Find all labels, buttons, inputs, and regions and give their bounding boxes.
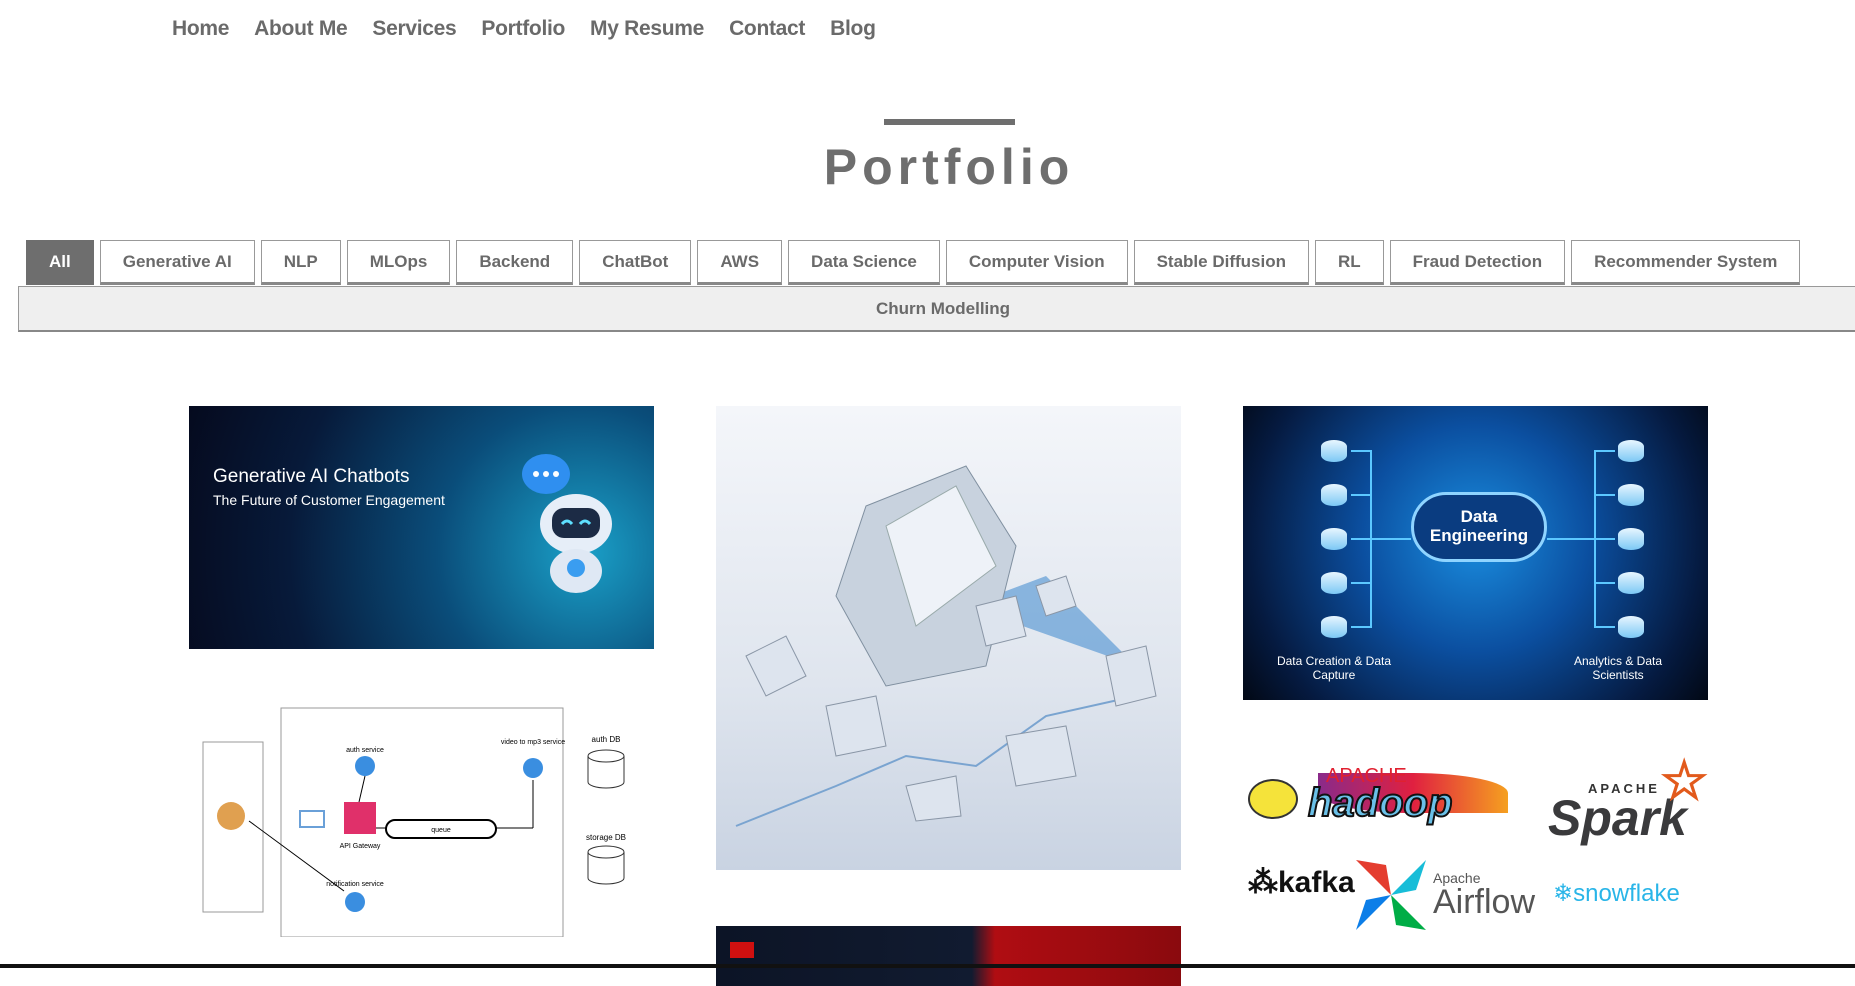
kafka-logo: ⁂kafka <box>1248 866 1355 899</box>
airflow-icon <box>1356 860 1426 930</box>
filter-churn-modelling[interactable]: Churn Modelling <box>18 286 1855 332</box>
title-divider <box>884 119 1015 125</box>
filter-all[interactable]: All <box>26 240 94 285</box>
label-video: video to mp3 service <box>501 739 565 746</box>
nav-blog[interactable]: Blog <box>830 17 876 41</box>
robot-icon <box>522 454 612 593</box>
portfolio-item-big-data-tools[interactable]: APACHE hadoop APACHE Spark ☆ ⁂kafka Apac… <box>1243 745 1708 968</box>
filter-bar: All Generative AI NLP MLOps Backend Chat… <box>26 240 1801 285</box>
main-nav: Home About Me Services Portfolio My Resu… <box>172 17 876 41</box>
fca-badge-icon <box>730 942 754 958</box>
card-title: Generative AI Chatbots <box>213 466 410 487</box>
filter-computer-vision[interactable]: Computer Vision <box>945 240 1128 285</box>
filter-nlp[interactable]: NLP <box>260 240 341 285</box>
card-subtitle: The Future of Customer Engagement <box>213 492 445 508</box>
filter-mlops[interactable]: MLOps <box>346 240 451 285</box>
card-title: Data Engineering <box>1411 492 1547 562</box>
label-notification: notification service <box>326 881 384 888</box>
architecture-diagram: auth service video to mp3 service auth D… <box>202 707 626 937</box>
hadoop-logo: APACHE hadoop <box>1248 765 1508 826</box>
nav-about-me[interactable]: About Me <box>254 17 348 41</box>
nav-services[interactable]: Services <box>372 17 456 41</box>
label-storagedb: storage DB <box>586 833 626 842</box>
portfolio-item-diamonds[interactable] <box>716 406 1181 870</box>
portfolio-item-fraud[interactable] <box>716 926 1181 986</box>
right-label: Analytics & Data Scientists <box>1573 654 1663 682</box>
spark-logo: APACHE Spark ☆ <box>1548 751 1708 846</box>
label-auth: auth service <box>346 747 384 754</box>
label-gateway: API Gateway <box>340 843 381 850</box>
diamonds-image <box>735 465 1157 827</box>
filter-fraud-detection[interactable]: Fraud Detection <box>1389 240 1566 285</box>
portfolio-item-genai-chatbots[interactable]: Generative AI Chatbots The Future of Cus… <box>189 406 654 649</box>
portfolio-item-data-engineering[interactable]: Data Engineering Data Creation & Data Ca… <box>1243 406 1708 700</box>
filter-generative-ai[interactable]: Generative AI <box>99 240 255 285</box>
snowflake-logo: ❄snowflake <box>1553 880 1680 907</box>
page-title: Portfolio <box>823 139 1075 195</box>
label-queue: queue <box>431 827 451 834</box>
nav-contact[interactable]: Contact <box>729 17 805 41</box>
filter-recommender-system[interactable]: Recommender System <box>1571 240 1801 285</box>
nav-my-resume[interactable]: My Resume <box>590 17 704 41</box>
filter-aws[interactable]: AWS <box>697 240 783 285</box>
filter-rl[interactable]: RL <box>1315 240 1384 285</box>
page-bottom-edge <box>0 964 1855 968</box>
label-authdb: auth DB <box>592 735 621 744</box>
filter-chatbot[interactable]: ChatBot <box>579 240 692 285</box>
left-label: Data Creation & Data Capture <box>1276 654 1392 682</box>
filter-stable-diffusion[interactable]: Stable Diffusion <box>1133 240 1309 285</box>
nav-home[interactable]: Home <box>172 17 229 41</box>
nav-portfolio[interactable]: Portfolio <box>481 17 565 41</box>
airflow-logo: Apache Airflow <box>1433 870 1536 921</box>
portfolio-item-microservices-diagram[interactable]: auth service video to mp3 service auth D… <box>189 706 654 937</box>
filter-backend[interactable]: Backend <box>456 240 574 285</box>
filter-data-science[interactable]: Data Science <box>788 240 940 285</box>
